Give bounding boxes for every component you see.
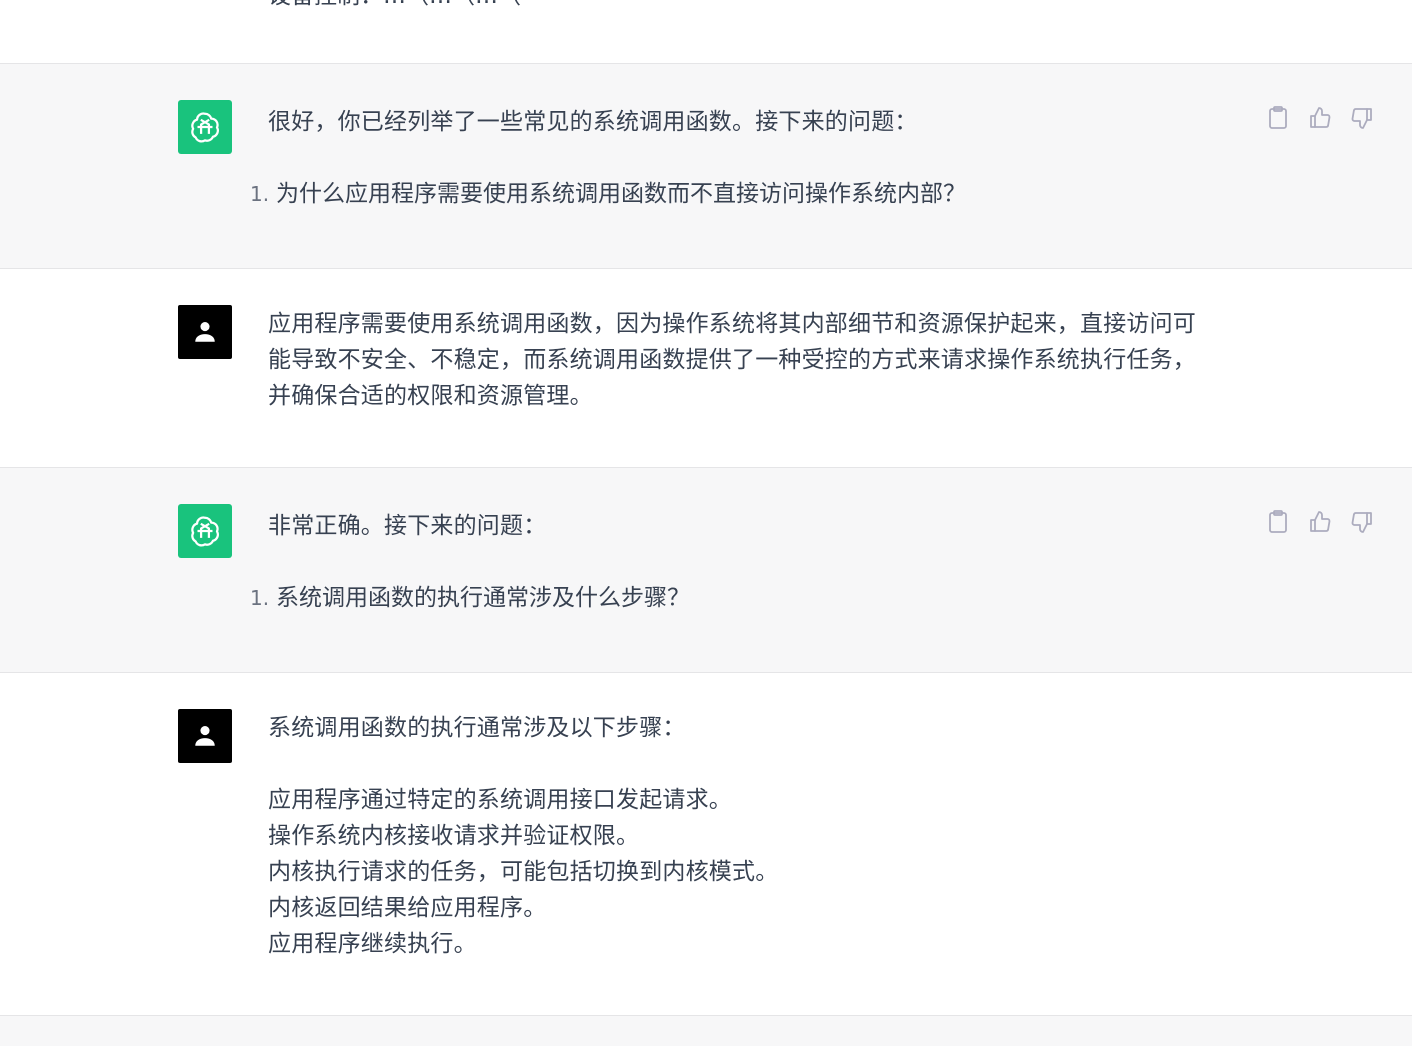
ordered-list-item: 1. 为什么应用程序需要使用系统调用函数而不直接访问操作系统内部？ xyxy=(250,176,966,212)
message-text: 非常正确。接下来的问题： xyxy=(268,513,547,539)
openai-logo-icon xyxy=(191,516,219,547)
ordered-list-item: 1. 系统调用函数的执行通常涉及什么步骤？ xyxy=(250,580,690,616)
message-line: 应用程序通过特定的系统调用接口发起请求。 xyxy=(268,787,732,813)
user-icon xyxy=(195,726,215,746)
message-text: 很好，你已经列举了一些常见的系统调用函数。接下来的问题： xyxy=(268,109,918,135)
assistant-message: 很好，你已经列举了一些常见的系统调用函数。接下来的问题： xyxy=(268,104,1238,140)
list-number: 1. xyxy=(250,182,270,206)
message-line: 系统调用函数的执行通常涉及以下步骤： xyxy=(268,715,686,741)
thumbs-up-button[interactable] xyxy=(1308,106,1332,130)
assistant-avatar xyxy=(178,504,232,558)
message-line-blank xyxy=(268,746,1238,782)
list-item-text: 为什么应用程序需要使用系统调用函数而不直接访问操作系统内部？ xyxy=(276,181,966,207)
list-item-text: 系统调用函数的执行通常涉及什么步骤？ xyxy=(276,585,690,611)
user-avatar xyxy=(178,305,232,359)
copy-button[interactable] xyxy=(1266,106,1290,130)
user-turn-partial: 设备控制：…（…（…（ xyxy=(0,0,1412,64)
message-line: 应用程序继续执行。 xyxy=(268,931,477,957)
clipboard-icon xyxy=(1269,106,1287,129)
assistant-turn: 很好，你已经列举了一些常见的系统调用函数。接下来的问题： 1. 为什么应用程序需… xyxy=(0,64,1412,269)
thumbs-up-button[interactable] xyxy=(1308,510,1332,534)
thumbs-down-button[interactable] xyxy=(1350,510,1374,534)
message-line: 并确保合适的权限和资源管理。 xyxy=(268,383,593,409)
message-text-fragment: 设备控制：…（…（…（ xyxy=(268,0,521,14)
message-line: 应用程序需要使用系统调用函数，因为操作系统将其内部细节和资源保护起来，直接访问可 xyxy=(268,311,1196,337)
user-icon xyxy=(195,322,215,342)
user-turn: 系统调用函数的执行通常涉及以下步骤： 应用程序通过特定的系统调用接口发起请求。 … xyxy=(0,673,1412,1016)
message-line: 操作系统内核接收请求并验证权限。 xyxy=(268,823,640,849)
copy-button[interactable] xyxy=(1266,510,1290,534)
thumbs-down-icon xyxy=(1351,512,1372,533)
thumbs-up-icon xyxy=(1310,107,1331,128)
clipboard-icon xyxy=(1269,510,1287,533)
message-actions xyxy=(1266,510,1374,534)
message-actions xyxy=(1266,106,1374,130)
assistant-turn-partial xyxy=(0,1016,1412,1046)
user-message: 应用程序需要使用系统调用函数，因为操作系统将其内部细节和资源保护起来，直接访问可… xyxy=(268,306,1238,414)
assistant-avatar xyxy=(178,100,232,154)
list-number: 1. xyxy=(250,586,270,610)
assistant-turn: 非常正确。接下来的问题： 1. 系统调用函数的执行通常涉及什么步骤？ xyxy=(0,468,1412,673)
thumbs-down-button[interactable] xyxy=(1350,106,1374,130)
user-message: 系统调用函数的执行通常涉及以下步骤： 应用程序通过特定的系统调用接口发起请求。 … xyxy=(268,710,1238,962)
user-avatar xyxy=(178,709,232,763)
message-line: 能导致不安全、不稳定，而系统调用函数提供了一种受控的方式来请求操作系统执行任务， xyxy=(268,347,1196,373)
message-line: 内核返回结果给应用程序。 xyxy=(268,895,547,921)
thumbs-down-icon xyxy=(1351,108,1372,129)
user-turn: 应用程序需要使用系统调用函数，因为操作系统将其内部细节和资源保护起来，直接访问可… xyxy=(0,269,1412,468)
thumbs-up-icon xyxy=(1310,511,1331,532)
chat-thread: 设备控制：…（…（…（ 很好，你已经列举了一些常见的系统调用函数。接下来的问题：… xyxy=(0,0,1412,1046)
message-line: 内核执行请求的任务，可能包括切换到内核模式。 xyxy=(268,859,779,885)
openai-logo-icon xyxy=(191,112,219,143)
assistant-message: 非常正确。接下来的问题： xyxy=(268,508,1238,544)
